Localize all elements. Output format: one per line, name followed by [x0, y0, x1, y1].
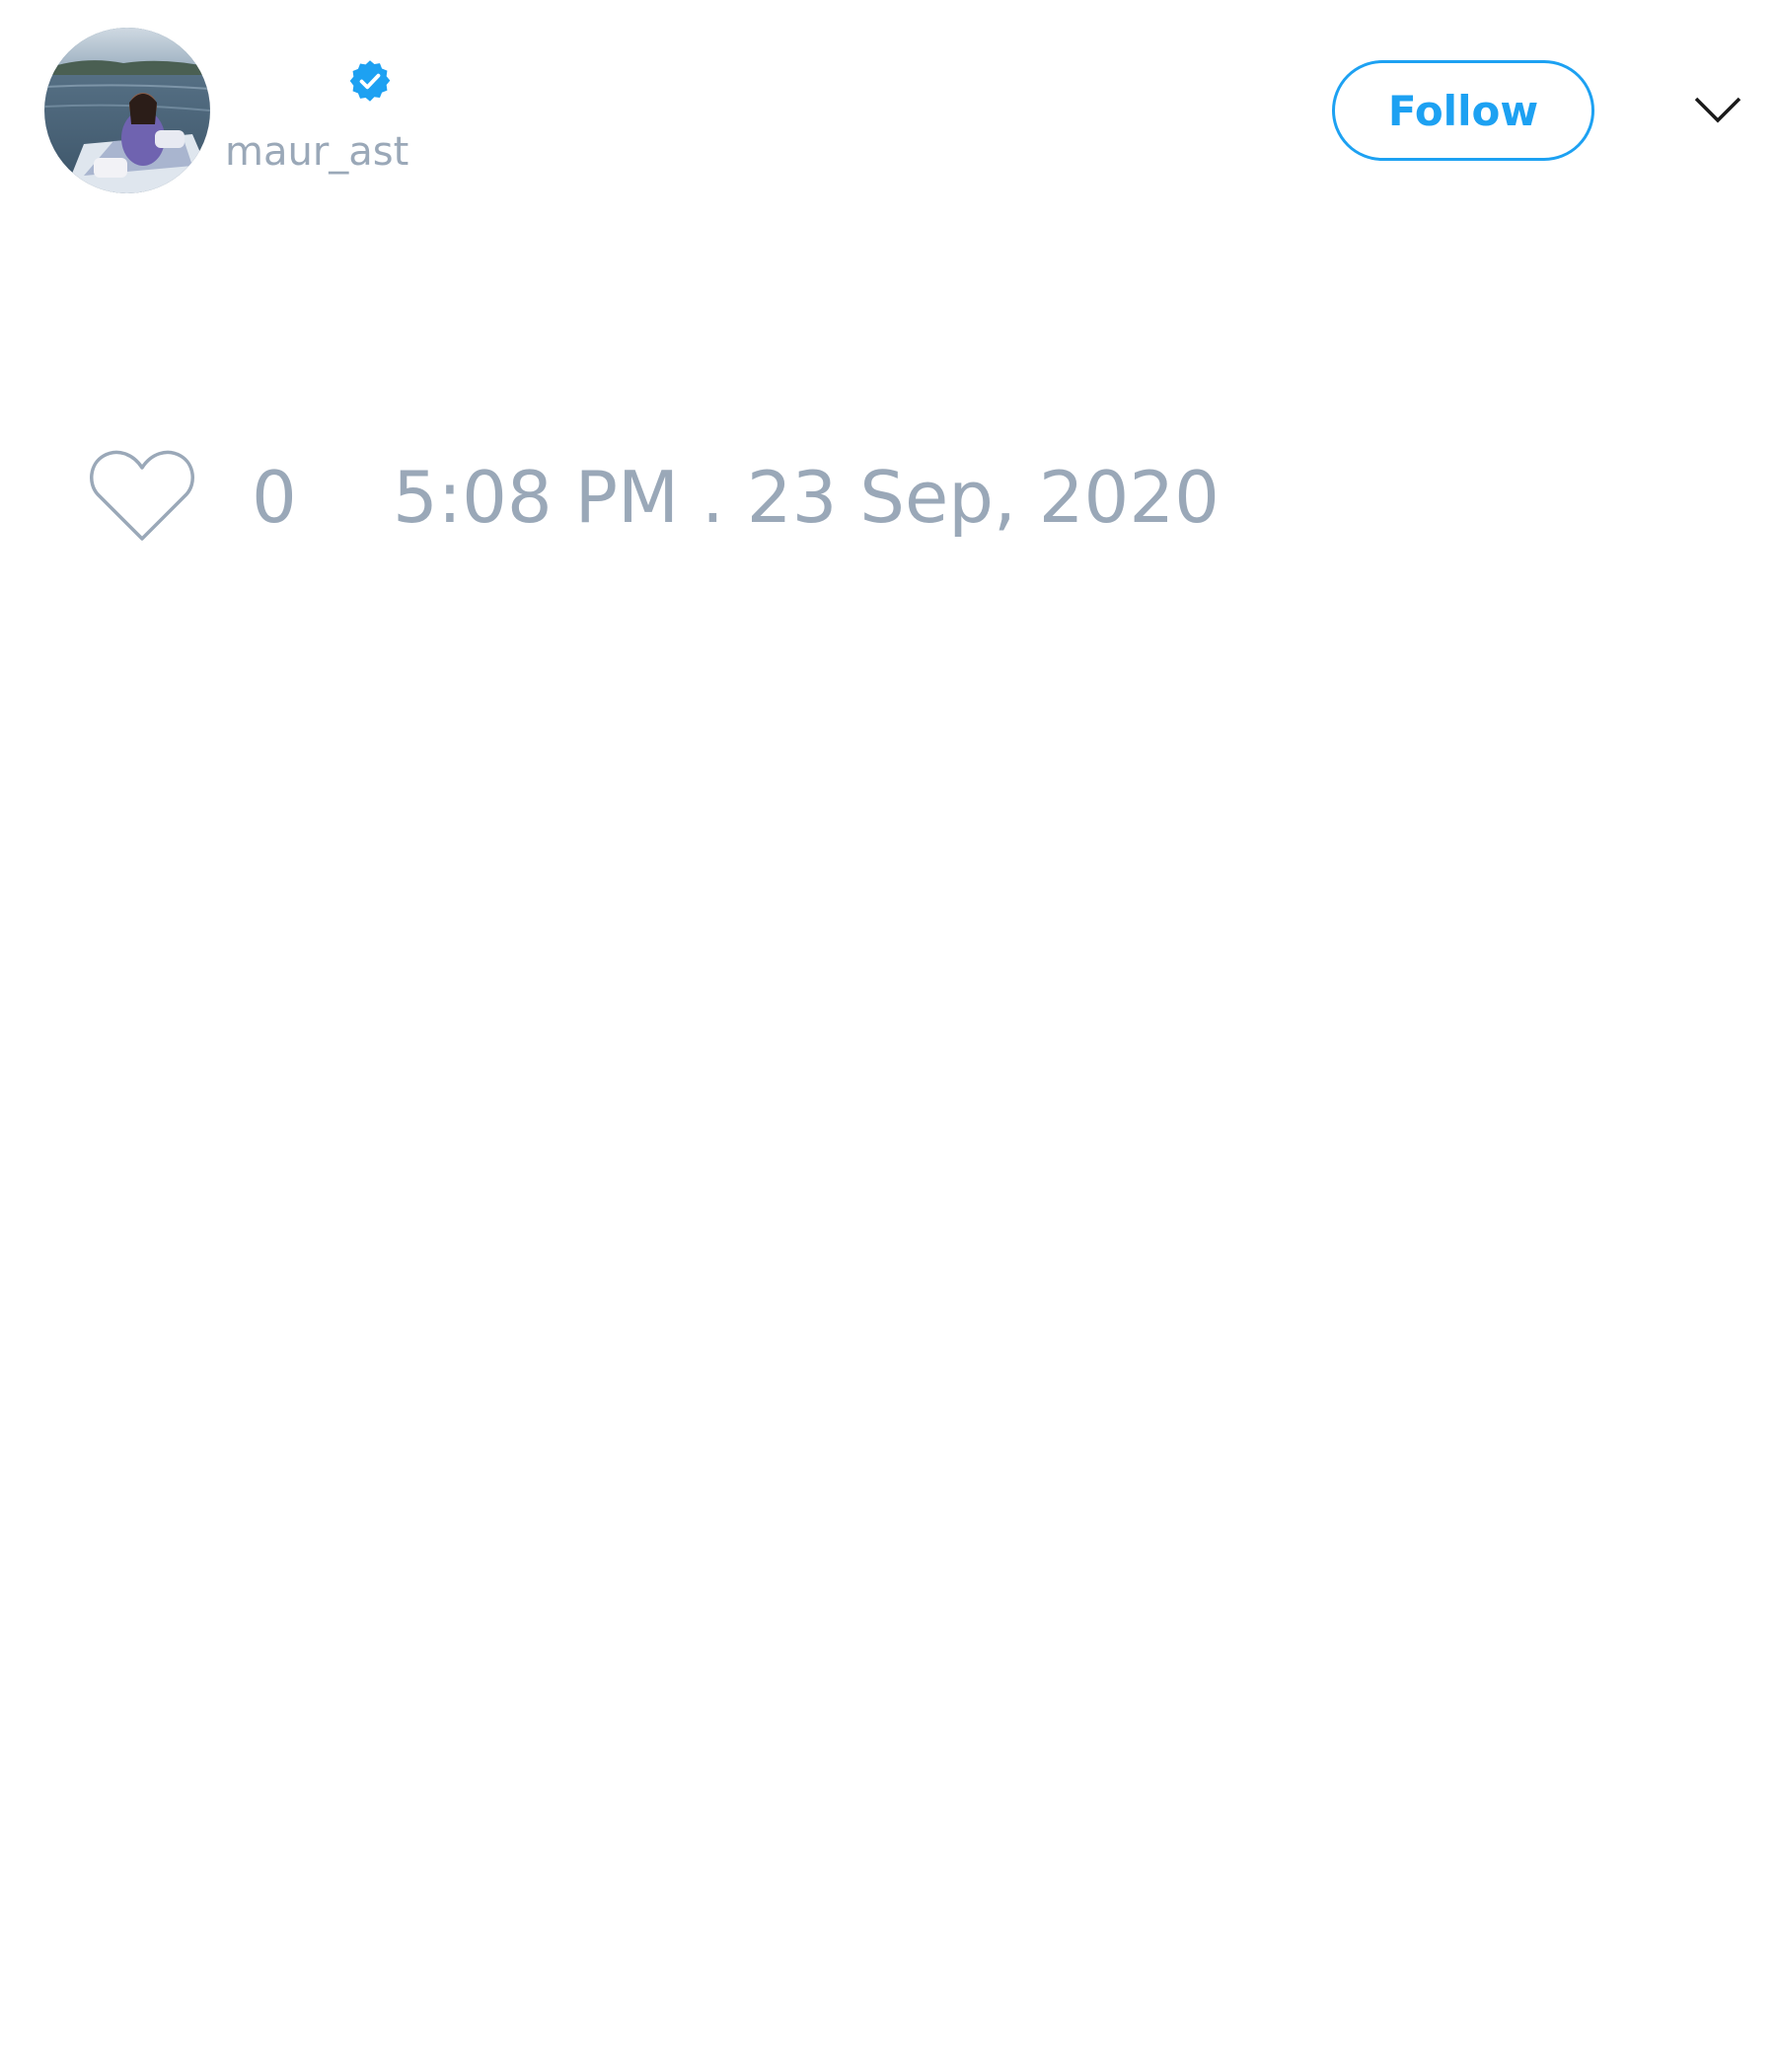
follow-button[interactable]: Follow [1332, 60, 1594, 161]
tweet-timestamp[interactable]: 5:08 PM . 23 Sep, 2020 [393, 456, 1220, 539]
verified-badge-icon [349, 60, 391, 102]
user-handle[interactable]: maur_ast [225, 122, 408, 182]
avatar[interactable] [44, 28, 210, 193]
heart-outline-icon[interactable] [89, 446, 195, 543]
like-count: 0 [252, 456, 297, 539]
tweet-card: maur_ast Follow 0 5:08 PM . 23 Sep, 2020 [0, 0, 1776, 2072]
avatar-photo [44, 28, 210, 193]
chevron-down-icon[interactable] [1693, 85, 1742, 134]
